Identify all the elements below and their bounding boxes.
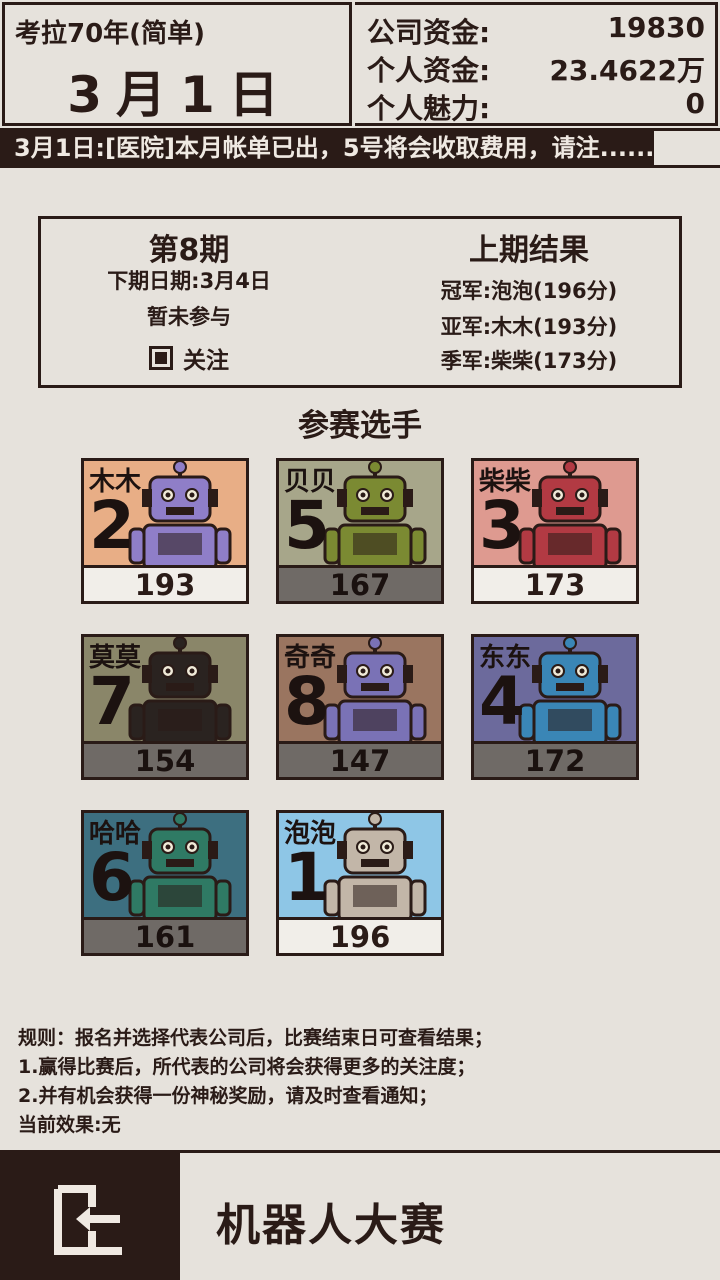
runner-up: 亚军:木木(193分) (440, 315, 618, 339)
robot-score: 196 (279, 917, 441, 953)
rules-text: 规则：报名并选择代表公司后，比赛结束日可查看结果； 1.赢得比赛后，所代表的公司… (18, 1024, 493, 1140)
status-header: 考拉70年(简单) 3月1日 公司资金: 19830 个人资金: 23.4622… (0, 0, 720, 128)
contestants-title: 参赛选手 (298, 408, 422, 444)
robot-number: 1 (284, 839, 330, 916)
follow-label: 关注 (183, 348, 229, 374)
robot-score: 173 (474, 565, 636, 601)
contest-info-panel: 第8期 下期日期:3月4日 暂未参与 关注 上期结果 冠军:泡泡(196分) 亚… (38, 216, 682, 388)
robot-number: 8 (284, 663, 330, 740)
robot-card[interactable]: 哈哈 6 161 (81, 810, 249, 956)
news-ticker[interactable]: 3月1日:[医院]本月帐单已出，5号将会收取费用，请注...... (0, 128, 720, 168)
next-date: 下期日期:3月4日 (107, 269, 271, 293)
robot-card[interactable]: 柴柴 3 173 (471, 458, 639, 604)
robot-card[interactable]: 奇奇 8 147 (276, 634, 444, 780)
robot-card[interactable]: 东东 4 172 (471, 634, 639, 780)
period-title: 第8期 (148, 233, 230, 268)
robot-number: 4 (479, 663, 525, 740)
checkbox-check-icon (155, 352, 167, 364)
follow-toggle[interactable]: 关注 (149, 343, 229, 374)
robot-score: 193 (84, 565, 246, 601)
charm-value: 0 (685, 87, 705, 120)
participation-status: 暂未参与 (147, 305, 231, 329)
robot-score: 161 (84, 917, 246, 953)
exit-door-icon (54, 1185, 122, 1255)
robot-score: 167 (279, 565, 441, 601)
robot-card[interactable]: 泡泡 1 196 (276, 810, 444, 956)
screen-title: 机器人大赛 (216, 1200, 446, 1251)
rule-line: 2.并有机会获得一份神秘奖励，请及时查看通知； (18, 1085, 438, 1107)
robot-number: 7 (89, 663, 135, 740)
company-funds-label: 公司资金: (367, 16, 491, 49)
current-date: 3月1日 (67, 66, 293, 124)
robot-number: 6 (89, 839, 135, 916)
footer-bar: 机器人大赛 (0, 1150, 720, 1280)
robot-card[interactable]: 贝贝 5 167 (276, 458, 444, 604)
personal-funds-value: 23.4622万 (549, 54, 705, 87)
robot-number: 5 (284, 487, 330, 564)
rule-line: 当前效果:无 (18, 1114, 121, 1136)
funds-panel: 公司资金: 19830 个人资金: 23.4622万 个人魅力: 0 (355, 2, 718, 126)
robot-score: 154 (84, 741, 246, 777)
charm-label: 个人魅力: (367, 92, 491, 125)
follow-checkbox[interactable] (149, 346, 173, 370)
game-title: 考拉70年(简单) (15, 19, 205, 49)
last-result-title: 上期结果 (469, 233, 589, 268)
robot-card[interactable]: 木木 2 193 (81, 458, 249, 604)
third-place: 季军:柴柴(173分) (440, 349, 618, 373)
charm-row: 个人魅力: 0 (367, 87, 705, 125)
company-funds-value: 19830 (607, 11, 705, 44)
robot-card[interactable]: 莫莫 7 154 (81, 634, 249, 780)
date-panel: 考拉70年(简单) 3月1日 (2, 2, 352, 126)
rule-line: 1.赢得比赛后，所代表的公司将会获得更多的关注度； (18, 1056, 476, 1078)
exit-button[interactable] (0, 1153, 180, 1280)
robot-number: 2 (89, 487, 135, 564)
personal-funds-row: 个人资金: 23.4622万 (367, 49, 705, 87)
ticker-end-cap (654, 128, 720, 168)
personal-funds-label: 个人资金: (367, 54, 491, 87)
champion: 冠军:泡泡(196分) (440, 279, 618, 303)
robot-score: 172 (474, 741, 636, 777)
robot-score: 147 (279, 741, 441, 777)
company-funds-row: 公司资金: 19830 (367, 11, 705, 49)
rule-line: 规则：报名并选择代表公司后，比赛结束日可查看结果； (18, 1027, 494, 1049)
robot-number: 3 (479, 487, 525, 564)
